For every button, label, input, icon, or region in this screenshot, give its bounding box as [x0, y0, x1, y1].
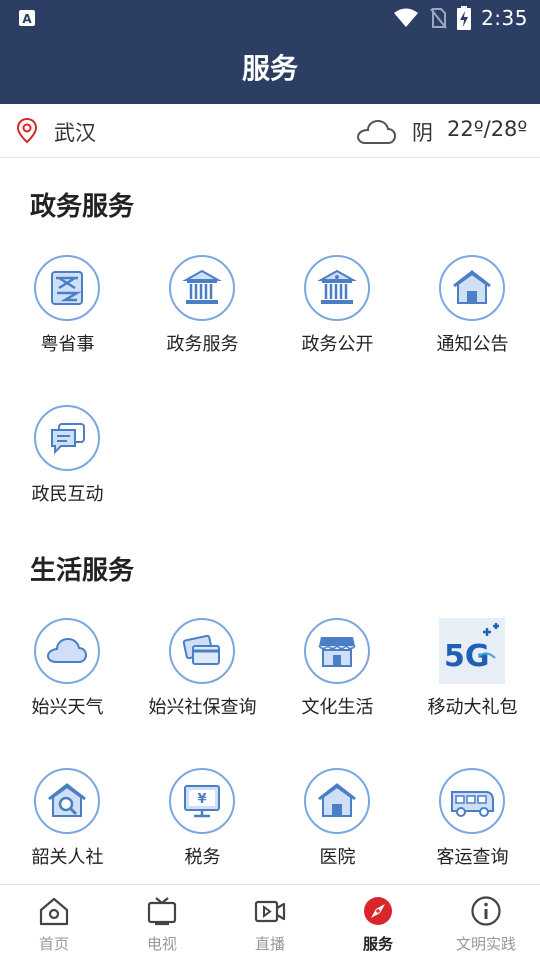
house-icon [304, 768, 370, 834]
svg-text:5G: 5G [444, 639, 490, 674]
service-hr-social[interactable]: 韶关人社 [0, 768, 135, 898]
service-bus-inquiry[interactable]: 客运查询 [405, 768, 540, 898]
location-city[interactable]: 武汉 [54, 117, 96, 147]
location-pin-icon[interactable] [16, 118, 38, 144]
service-label: 始兴天气 [31, 697, 104, 718]
service-label: 粤省事 [40, 334, 95, 355]
cloud-weather-icon [356, 119, 397, 144]
service-social-security[interactable]: 始兴社保查询 [135, 618, 270, 748]
service-label: 客运查询 [436, 847, 509, 868]
service-label: 政民互动 [31, 484, 104, 505]
government-building-icon [304, 255, 370, 321]
location-weather-bar[interactable]: 武汉 阴 22º/28º [0, 104, 540, 158]
tab-civilization-practice[interactable]: 文明实践 [432, 885, 540, 960]
app-notification-icon: A [19, 10, 35, 26]
cards-icon [169, 618, 235, 684]
compass-icon [364, 897, 392, 925]
service-hospital[interactable]: 医院 [270, 768, 405, 898]
government-building-icon [169, 255, 235, 321]
home-icon [39, 897, 69, 926]
service-label: 政务公开 [301, 334, 374, 355]
service-label: 税务 [184, 847, 221, 868]
service-gov-public[interactable]: 政务公开 [270, 255, 405, 385]
tab-label: 电视 [146, 935, 177, 953]
battery-charging-icon [457, 6, 472, 30]
bottom-tab-bar: 首页 电视 直播 服务 文明实践 [0, 884, 540, 960]
svg-text:A: A [22, 12, 32, 26]
cloud-icon [34, 618, 100, 684]
service-interaction[interactable]: 政民互动 [0, 405, 135, 535]
service-label: 通知公告 [436, 334, 509, 355]
tv-icon [147, 897, 177, 926]
house-icon [439, 255, 505, 321]
status-time: 2:35 [481, 6, 528, 30]
service-label: 韶关人社 [31, 847, 104, 868]
service-label: 政务服务 [166, 334, 239, 355]
storefront-icon [304, 618, 370, 684]
tab-label: 文明实践 [455, 935, 516, 953]
service-gov-service[interactable]: 政务服务 [135, 255, 270, 385]
house-search-icon [34, 768, 100, 834]
tab-label: 服务 [362, 935, 393, 953]
tab-label: 首页 [38, 935, 69, 953]
page-title: 服务 [0, 36, 540, 104]
svg-text:¥: ¥ [197, 792, 206, 807]
status-bar: A 2:35 [0, 0, 540, 36]
weather-condition: 阴 [412, 121, 433, 145]
service-notices[interactable]: 通知公告 [405, 255, 540, 385]
section-title-life: 生活服务 [30, 556, 135, 586]
info-icon [471, 896, 501, 926]
monitor-yen-icon: ¥ [169, 768, 235, 834]
tab-label: 直播 [254, 935, 285, 953]
video-camera-icon [254, 900, 286, 923]
temperature-range: 22º/28º [447, 117, 528, 141]
5g-logo-icon: 5G [439, 618, 505, 684]
tab-home[interactable]: 首页 [0, 885, 108, 960]
tab-service[interactable]: 服务 [324, 885, 432, 960]
service-yue-sheng-shi[interactable]: 粤省事 [0, 255, 135, 385]
tab-tv[interactable]: 电视 [108, 885, 216, 960]
service-label: 始兴社保查询 [148, 697, 257, 718]
service-weather[interactable]: 始兴天气 [0, 618, 135, 748]
service-mobile-package[interactable]: 5G 移动大礼包 [405, 618, 540, 748]
section-title-government: 政务服务 [30, 192, 135, 222]
bus-icon [439, 768, 505, 834]
service-label: 移动大礼包 [427, 697, 518, 718]
no-sim-icon [430, 8, 447, 29]
wifi-icon [394, 8, 419, 27]
yue-sheng-shi-icon [34, 255, 100, 321]
service-tax[interactable]: ¥ 税务 [135, 768, 270, 898]
service-culture[interactable]: 文化生活 [270, 618, 405, 748]
service-label: 医院 [319, 847, 356, 868]
service-label: 文化生活 [301, 697, 374, 718]
chat-bubbles-icon [34, 405, 100, 471]
tab-live[interactable]: 直播 [216, 885, 324, 960]
